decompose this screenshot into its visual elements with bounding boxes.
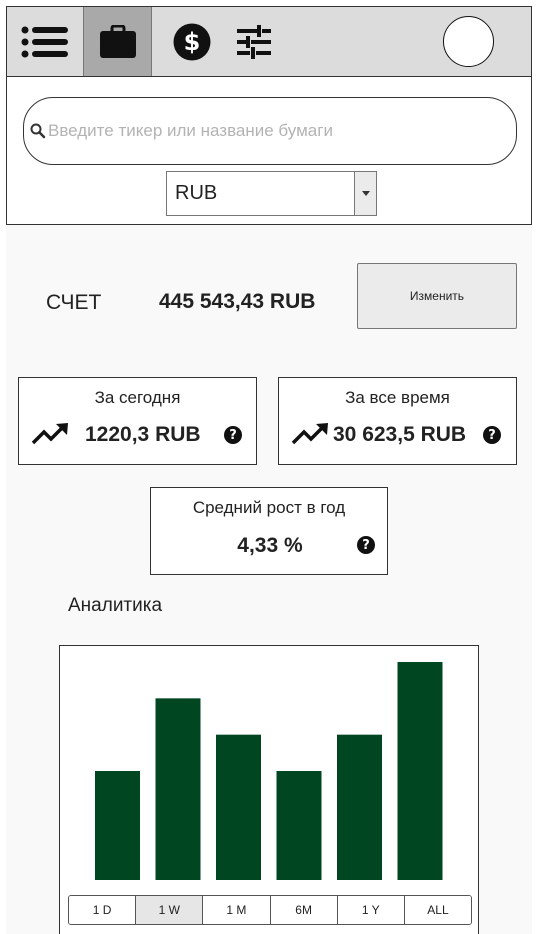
stat-title-annual-growth: Средний рост в год [192,498,346,517]
trending-up-icon [31,423,68,445]
chart-bar [216,734,261,880]
edit-button[interactable]: Изменить [357,263,517,329]
stat-value-all-time: 30 623,5 RUB [333,423,467,446]
dollar-icon: $ [173,23,211,60]
range-tab[interactable]: 1 M [203,896,271,924]
currency-selected-value: RUB [175,182,218,204]
account-label: СЧЕТ [46,291,102,314]
chart-bar [397,662,443,880]
range-tab[interactable]: 1 Y [337,896,405,924]
avatar[interactable] [443,16,494,67]
help-icon[interactable]: ? [483,426,501,444]
stat-card-annual-growth: Средний рост в год 4,33 % ? [150,487,388,575]
search-box[interactable] [23,97,517,165]
stat-card-all-time: За все время 30 623,5 RUB ? [278,377,517,465]
analytics-chart: 1 D1 W1 M 6M 1 Y ALL [59,645,479,934]
account-balance: 445 543,43 RUB [159,290,316,313]
top-nav-bar: $ [6,6,532,77]
menu-icon [21,26,68,57]
search-panel: RUB [6,77,532,225]
stat-value-today: 1220,3 RUB [85,423,201,446]
search-icon [30,123,46,139]
settings-button[interactable] [229,7,279,76]
menu-button[interactable] [7,7,84,76]
sliders-icon [237,24,271,59]
svg-text:$: $ [184,28,201,56]
help-icon[interactable]: ? [357,536,375,554]
bar-chart [95,662,443,880]
stat-title-today: За сегодня [94,388,181,407]
range-tab[interactable]: 6M [270,896,338,924]
briefcase-icon [99,24,136,58]
search-input[interactable] [48,121,498,141]
stat-title-all-time: За все время [345,388,450,407]
chart-bar [95,771,140,880]
currency-select[interactable]: RUB [166,171,377,216]
stat-card-today: За сегодня 1220,3 RUB ? [18,377,257,465]
money-button[interactable]: $ [167,7,217,76]
range-tab[interactable]: 1 W [136,896,204,924]
range-tab[interactable]: ALL [404,896,471,924]
help-icon[interactable]: ? [224,426,242,444]
dropdown-arrow-icon [354,172,376,215]
analytics-title: Аналитика [68,595,163,616]
portfolio-button[interactable] [84,7,152,76]
range-tab[interactable]: 1 D [69,896,137,924]
range-tabs: 1 D1 W1 M 6M 1 Y ALL [68,895,472,925]
stat-value-annual-growth: 4,33 % [237,534,303,557]
chart-bar [155,698,201,880]
trending-up-icon [291,423,328,445]
chart-bar [276,771,322,880]
chart-bar [337,734,382,880]
